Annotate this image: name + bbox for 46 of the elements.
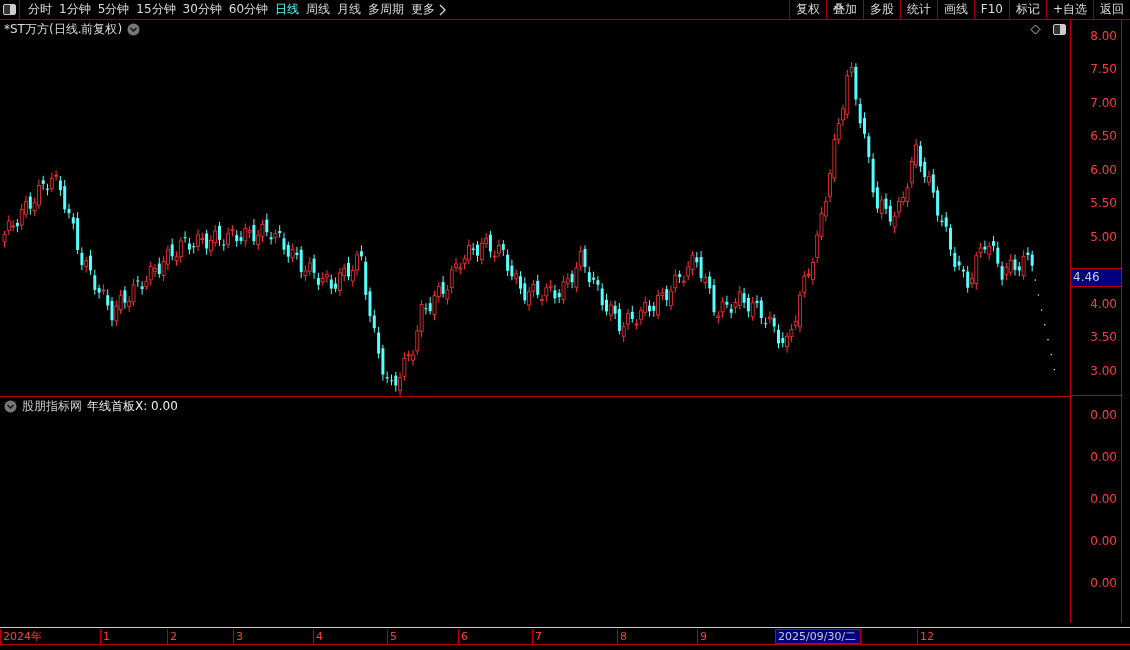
y-axis-label: 5.50	[1089, 195, 1118, 213]
cursor-date-label: 2025/09/30/二	[775, 628, 861, 644]
y-axis-label: 3.00	[1089, 362, 1118, 380]
indicator-source: 股朋指标网	[22, 397, 82, 415]
time-axis-label: 4	[313, 628, 387, 644]
time-axis-label: 12	[917, 628, 997, 644]
y-axis-label: 8.00	[1089, 28, 1118, 45]
time-axis-label: 8	[617, 628, 697, 644]
y-axis-label: 4.00	[1089, 295, 1118, 313]
period-tab[interactable]: 15分钟	[136, 1, 176, 18]
time-axis-label: 2024年	[0, 628, 100, 644]
dropdown-icon[interactable]	[127, 22, 141, 36]
period-tab[interactable]: 周线	[306, 1, 331, 18]
period-tab[interactable]: 5分钟	[97, 1, 130, 18]
period-tab[interactable]: 30分钟	[182, 1, 222, 18]
chart-title: *ST万方(日线.前复权)	[4, 20, 123, 38]
chevron-right-icon[interactable]	[439, 3, 448, 16]
y-axis-label: 5.00	[1089, 228, 1118, 246]
y-axis-label: 3.50	[1089, 329, 1118, 347]
dropdown-icon[interactable]	[4, 399, 17, 413]
period-tab[interactable]: 1分钟	[59, 1, 91, 18]
period-tab[interactable]: 多周期	[368, 1, 405, 18]
panel-toggle-icon[interactable]	[0, 0, 20, 19]
period-tab[interactable]: 更多	[411, 1, 436, 18]
time-axis-label: 3	[233, 628, 313, 644]
time-axis-label: 7	[532, 628, 617, 644]
y-axis-label: 6.00	[1089, 161, 1118, 179]
indicator-name: 年线首板X: 0.00	[87, 397, 178, 415]
time-axis-label: 2	[167, 628, 233, 644]
y-axis-label: 7.50	[1089, 61, 1118, 79]
price-label: 4.46	[1071, 268, 1121, 288]
y-axis-label: 0.00	[1089, 533, 1118, 550]
y-axis-label: 6.50	[1089, 128, 1118, 146]
period-tab[interactable]: 月线	[337, 1, 362, 18]
time-axis-label: 5	[387, 628, 458, 644]
y-axis-label: 7.00	[1089, 94, 1118, 112]
period-tab[interactable]: 日线	[275, 1, 300, 18]
diamond-icon[interactable]	[1030, 23, 1041, 35]
y-axis-label: 0.00	[1089, 449, 1118, 466]
y-axis-label: 0.00	[1089, 407, 1118, 424]
period-tab[interactable]: 分时	[28, 1, 52, 18]
time-axis-label: 6	[458, 628, 532, 644]
period-tab[interactable]: 60分钟	[228, 1, 269, 18]
y-axis-label: 0.00	[1089, 575, 1118, 592]
y-axis-label: 0.00	[1089, 491, 1118, 508]
time-axis-label: 1	[100, 628, 167, 644]
